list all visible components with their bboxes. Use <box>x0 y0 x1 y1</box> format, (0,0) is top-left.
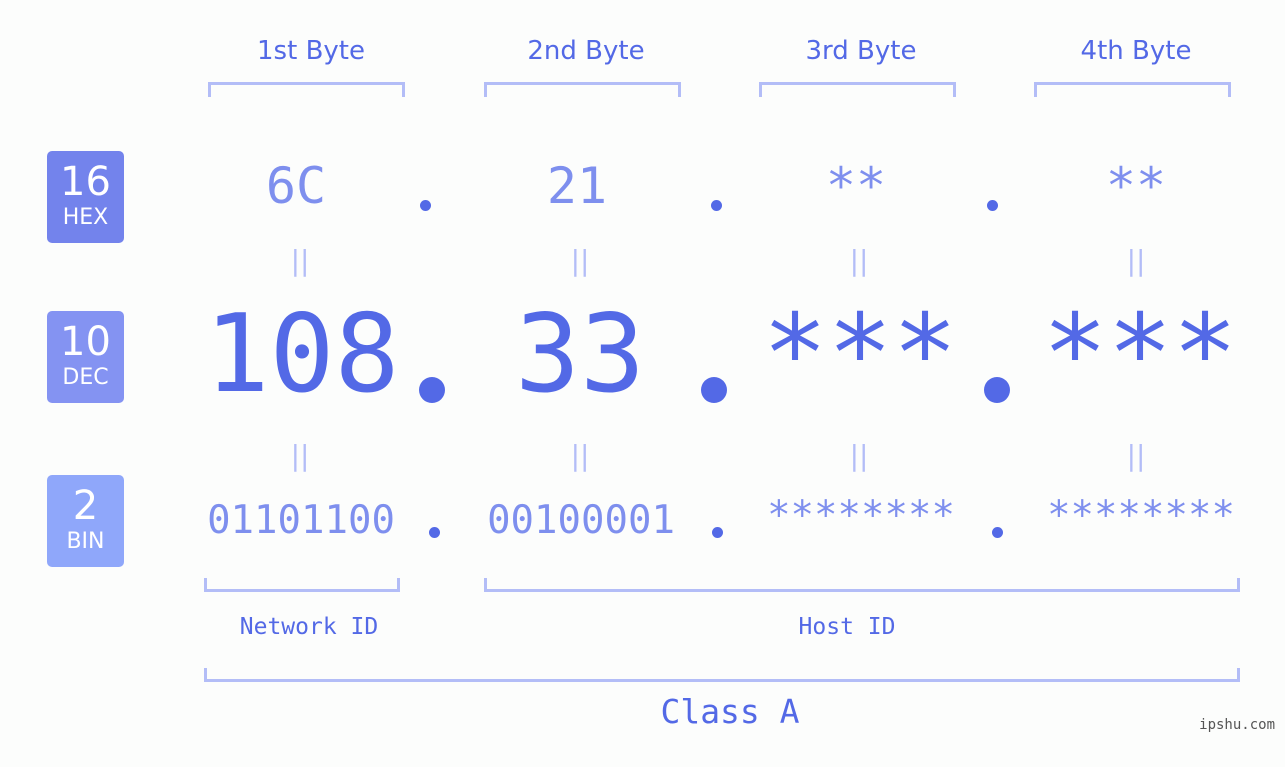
equals-sign-hex-dec-4: || <box>1126 244 1146 277</box>
dec-base-number: 10 <box>60 319 111 365</box>
hex-base-badge: 16 HEX <box>47 151 124 243</box>
watermark: ipshu.com <box>1199 717 1275 733</box>
equals-sign-dec-bin-1: || <box>290 439 310 472</box>
hex-separator-dot-2 <box>711 200 722 211</box>
dec-separator-dot-2 <box>701 377 727 403</box>
dec-value-3: *** <box>762 292 958 417</box>
dec-value-1: 108 <box>204 292 400 417</box>
hex-base-label: HEX <box>62 205 109 230</box>
host-id-label: Host ID <box>798 614 896 640</box>
byte-header-4: 4th Byte <box>1080 36 1192 66</box>
bin-value-1: 01101100 <box>207 498 395 543</box>
hex-separator-dot-3 <box>987 200 998 211</box>
class-label: Class A <box>660 692 800 731</box>
hex-separator-dot-1 <box>420 200 431 211</box>
equals-sign-hex-dec-1: || <box>290 244 310 277</box>
dec-separator-dot-3 <box>984 377 1010 403</box>
network-id-bracket <box>204 578 400 592</box>
byte-header-2: 2nd Byte <box>527 36 645 66</box>
hex-value-4: ** <box>1105 157 1167 215</box>
bin-separator-dot-3 <box>992 527 1003 538</box>
class-bracket <box>204 668 1240 682</box>
host-id-bracket <box>484 578 1240 592</box>
equals-sign-hex-dec-2: || <box>570 244 590 277</box>
byte-bracket-1 <box>208 82 405 97</box>
bin-value-3: ******** <box>767 493 955 538</box>
hex-base-number: 16 <box>60 159 111 205</box>
byte-header-3: 3rd Byte <box>805 36 917 66</box>
bin-base-badge: 2 BIN <box>47 475 124 567</box>
bin-value-4: ******** <box>1047 493 1235 538</box>
equals-sign-dec-bin-3: || <box>849 439 869 472</box>
byte-bracket-4 <box>1034 82 1231 97</box>
equals-sign-hex-dec-3: || <box>849 244 869 277</box>
network-id-label: Network ID <box>239 614 379 640</box>
dec-value-2: 33 <box>514 292 646 417</box>
bin-base-label: BIN <box>66 529 105 554</box>
byte-bracket-2 <box>484 82 681 97</box>
hex-value-1: 6C <box>265 157 327 215</box>
bin-value-2: 00100001 <box>487 498 675 543</box>
dec-base-label: DEC <box>62 365 109 390</box>
equals-sign-dec-bin-4: || <box>1126 439 1146 472</box>
equals-sign-dec-bin-2: || <box>570 439 590 472</box>
byte-header-1: 1st Byte <box>257 36 365 66</box>
bin-base-number: 2 <box>72 483 99 529</box>
dec-value-4: *** <box>1042 292 1238 417</box>
hex-value-3: ** <box>825 157 887 215</box>
bin-separator-dot-2 <box>712 527 723 538</box>
hex-value-2: 21 <box>546 157 608 215</box>
dec-separator-dot-1 <box>419 377 445 403</box>
byte-bracket-3 <box>759 82 956 97</box>
dec-base-badge: 10 DEC <box>47 311 124 403</box>
bin-separator-dot-1 <box>429 527 440 538</box>
